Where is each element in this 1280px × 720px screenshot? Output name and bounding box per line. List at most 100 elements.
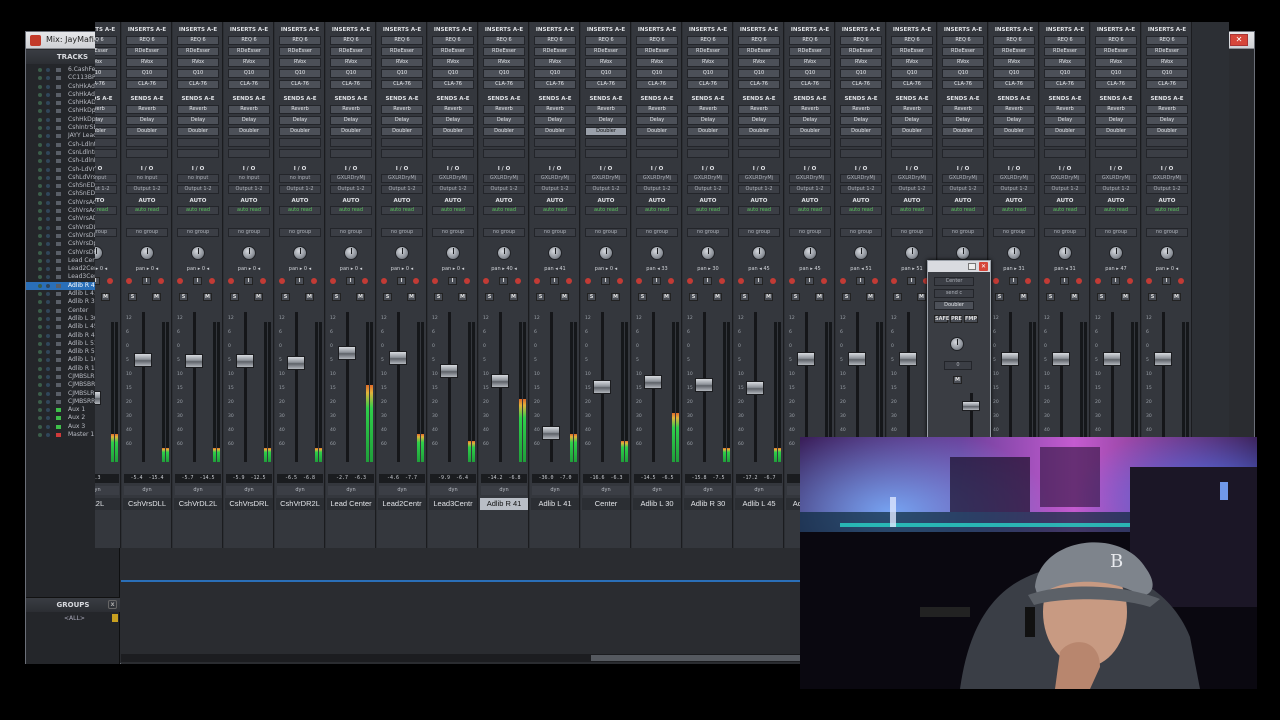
output-selector[interactable]: Output 1-2 [1095, 185, 1137, 194]
send-slot-reverb[interactable]: Reverb [687, 105, 729, 114]
insert-slot[interactable]: CLA-76 [1044, 80, 1086, 89]
send-slot-doubler[interactable]: Doubler [636, 127, 678, 136]
fmp-button[interactable]: FMP [964, 315, 978, 323]
track-hide-icon[interactable] [46, 300, 50, 305]
track-hide-icon[interactable] [46, 358, 50, 363]
output-selector[interactable]: Output 1-2 [177, 185, 219, 194]
send-slot-delay[interactable]: Delay [942, 116, 984, 125]
track-hide-icon[interactable] [46, 283, 50, 288]
insert-slot[interactable]: CLA-76 [687, 80, 729, 89]
insert-slot[interactable]: CLA-76 [840, 80, 882, 89]
insert-slot[interactable]: RVox [1146, 58, 1188, 67]
track-show-icon[interactable] [38, 250, 42, 255]
output-selector[interactable]: Output 1-2 [330, 185, 372, 194]
insert-slot[interactable]: Q10 [1146, 69, 1188, 78]
volume-fader[interactable] [797, 352, 815, 366]
mute-button[interactable]: M [101, 293, 110, 301]
track-show-icon[interactable] [38, 84, 42, 89]
empty-send-slot[interactable] [636, 149, 678, 158]
group-selector[interactable]: no group [228, 228, 270, 237]
mute-button[interactable]: M [611, 293, 620, 301]
pan-knob[interactable] [191, 246, 205, 260]
insert-slot[interactable]: REQ 6 [738, 36, 780, 45]
record-arm-icon[interactable] [821, 278, 827, 284]
send-output-window[interactable]: ✕ Center send c Doubler SAFE PRE FMP 0 M [927, 260, 991, 438]
track-show-icon[interactable] [38, 433, 42, 438]
solo-button[interactable]: S [434, 293, 443, 301]
insert-slot[interactable]: REQ 6 [1095, 36, 1137, 45]
empty-send-slot[interactable] [381, 138, 423, 147]
volume-fader[interactable] [185, 353, 203, 368]
insert-slot[interactable]: RDeEsser [95, 47, 117, 56]
insert-slot[interactable]: Q10 [840, 69, 882, 78]
group-selector[interactable]: no group [1044, 228, 1086, 237]
insert-slot[interactable]: RDeEsser [1146, 47, 1188, 56]
volume-fader[interactable] [236, 354, 254, 369]
dyn-row[interactable]: dyn [379, 486, 425, 495]
group-selector[interactable]: no group [381, 228, 423, 237]
volume-fader[interactable] [542, 426, 560, 441]
empty-send-slot[interactable] [738, 138, 780, 147]
send-slot-doubler[interactable]: Doubler [891, 127, 933, 136]
empty-send-slot[interactable] [534, 149, 576, 158]
send-slot-reverb[interactable]: Reverb [1095, 105, 1137, 114]
mute-button[interactable]: M [1172, 293, 1181, 301]
track-hide-icon[interactable] [46, 424, 50, 429]
mute-button[interactable]: M [917, 293, 926, 301]
output-selector[interactable]: Output 1-2 [840, 185, 882, 194]
record-button[interactable] [789, 278, 795, 284]
track-hide-icon[interactable] [46, 92, 50, 97]
insert-slot[interactable]: Q10 [483, 69, 525, 78]
pan-knob[interactable] [395, 246, 409, 260]
insert-slot[interactable]: RDeEsser [228, 47, 270, 56]
group-selector[interactable]: no group [1146, 228, 1188, 237]
track-hide-icon[interactable] [46, 350, 50, 355]
empty-send-slot[interactable] [483, 149, 525, 158]
track-hide-icon[interactable] [46, 225, 50, 230]
pan-knob[interactable] [446, 246, 460, 260]
volume-fader[interactable] [1103, 352, 1121, 366]
track-show-icon[interactable] [38, 341, 42, 346]
record-arm-icon[interactable] [260, 278, 266, 284]
record-button[interactable] [228, 278, 234, 284]
insert-slot[interactable]: RVox [483, 58, 525, 67]
insert-slot[interactable]: CLA-76 [95, 80, 117, 89]
insert-slot[interactable]: REQ 6 [279, 36, 321, 45]
insert-slot[interactable]: REQ 6 [534, 36, 576, 45]
send-slot-doubler[interactable]: Doubler [330, 127, 372, 136]
record-button[interactable] [330, 278, 336, 284]
send-slot-doubler[interactable]: Doubler [585, 127, 627, 136]
group-selector[interactable]: no group [993, 228, 1035, 237]
send-slot-doubler[interactable]: Doubler [1044, 127, 1086, 136]
volume-fader[interactable] [389, 351, 407, 366]
track-hide-icon[interactable] [46, 109, 50, 114]
input-selector[interactable]: GXLRDryMj [534, 174, 576, 183]
send-window-titlebar[interactable]: ✕ [928, 261, 990, 272]
track-name[interactable]: Lead Center [327, 498, 375, 510]
automation-mode[interactable]: auto read [891, 206, 933, 215]
output-selector[interactable]: Output 1-2 [942, 185, 984, 194]
volume-fader[interactable] [746, 381, 764, 396]
send-slot-delay[interactable]: Delay [381, 116, 423, 125]
input-selector[interactable]: GXLRDryMj [993, 174, 1035, 183]
send-slot-reverb[interactable]: Reverb [738, 105, 780, 114]
automation-mode[interactable]: auto read [228, 206, 270, 215]
track-hide-icon[interactable] [46, 76, 50, 81]
send-slot-reverb[interactable]: Reverb [534, 105, 576, 114]
track-hide-icon[interactable] [46, 275, 50, 280]
automation-mode[interactable]: auto read [1044, 206, 1086, 215]
track-show-icon[interactable] [38, 217, 42, 222]
track-show-icon[interactable] [38, 109, 42, 114]
send-slot-reverb[interactable]: Reverb [177, 105, 219, 114]
mute-button[interactable]: M [458, 293, 467, 301]
track-hide-icon[interactable] [46, 383, 50, 388]
track-name[interactable]: Lead3Centr [429, 498, 477, 510]
pan-knob[interactable] [344, 246, 358, 260]
insert-slot[interactable]: CLA-76 [738, 80, 780, 89]
volume-fader[interactable] [695, 377, 713, 392]
track-show-icon[interactable] [38, 175, 42, 180]
record-arm-icon[interactable] [311, 278, 317, 284]
group-selector[interactable]: no group [483, 228, 525, 237]
group-selector[interactable]: no group [126, 228, 168, 237]
track-show-icon[interactable] [38, 184, 42, 189]
